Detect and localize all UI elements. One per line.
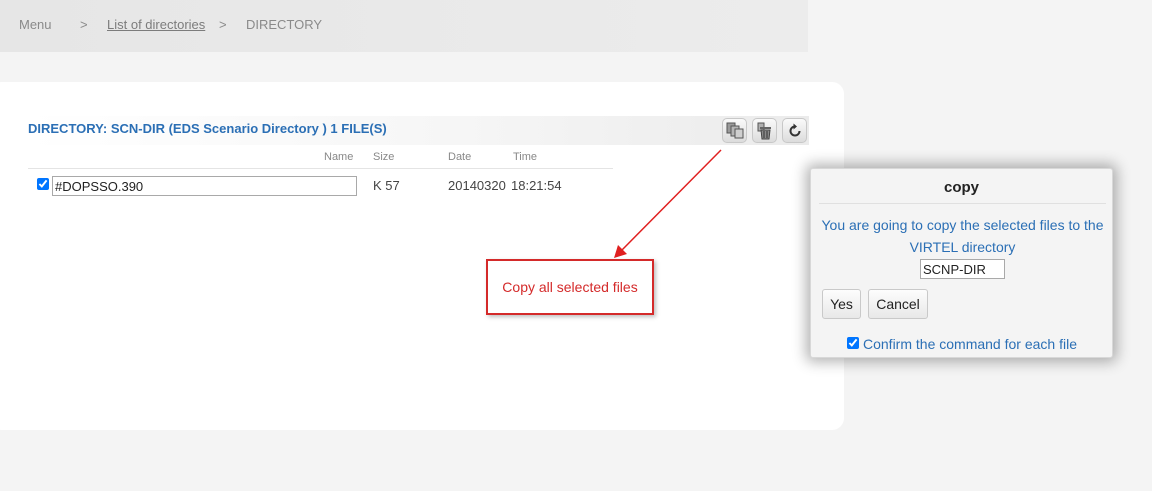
dialog-title: copy xyxy=(943,179,979,196)
target-directory-input[interactable] xyxy=(920,259,1005,279)
cancel-button[interactable]: Cancel xyxy=(868,289,928,319)
dialog-divider xyxy=(819,203,1106,204)
copy-dialog: copy You are going to copy the selected … xyxy=(810,168,1113,358)
annotation-text: Copy all selected files xyxy=(502,279,638,295)
annotation-callout: Copy all selected files xyxy=(486,259,654,315)
yes-button[interactable]: Yes xyxy=(822,289,861,319)
confirm-each-checkbox[interactable] xyxy=(847,337,859,349)
dialog-message: You are going to copy the selected files… xyxy=(821,217,1104,255)
confirm-each-label: Confirm the command for each file xyxy=(863,336,1077,352)
